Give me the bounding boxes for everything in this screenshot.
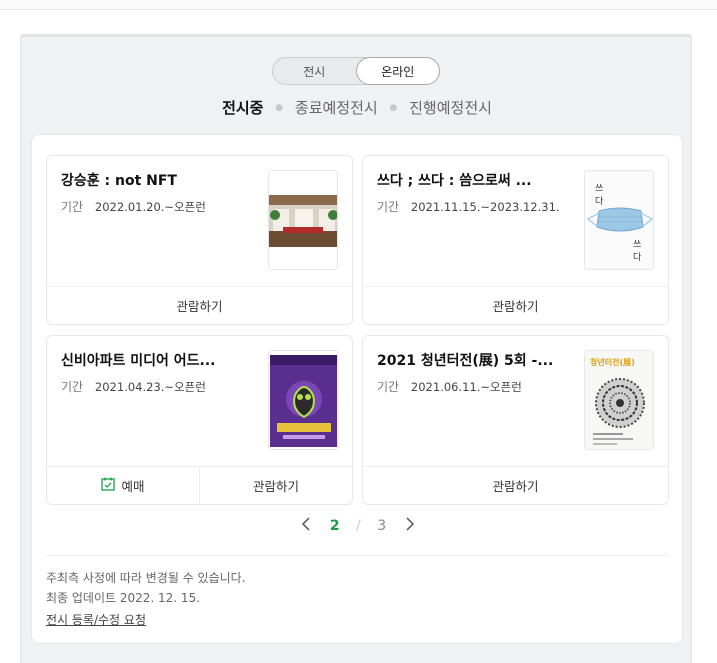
tab-exhibition[interactable]: 전시 [273, 58, 356, 84]
card-title[interactable]: 쓰다 ; 쓰다 : 씀으로써 ... [377, 170, 577, 190]
period-label: 기간 [377, 380, 400, 394]
checkbox-calendar-icon [101, 477, 116, 494]
total-pages: 3 [377, 518, 387, 534]
chevron-right-icon[interactable] [405, 517, 415, 535]
period-value: 2022.01.20.~오픈런 [94, 200, 206, 214]
reserve-button[interactable]: 예매 [47, 467, 199, 504]
card-period: 기간 2022.01.20.~오픈런 [61, 198, 206, 215]
card-period: 기간 2021.04.23.~오픈런 [61, 378, 206, 395]
filter-ongoing[interactable]: 전시중 [222, 97, 263, 118]
period-value: 2021.06.11.~오픈런 [410, 380, 522, 394]
register-edit-request-link[interactable]: 전시 등록/수정 요청 [46, 610, 146, 630]
view-button[interactable]: 관람하기 [363, 467, 668, 504]
exhibition-card[interactable]: 2021 청년터전(展) 5회 -... 기간 2021.06.11.~오픈런 … [362, 335, 669, 505]
period-label: 기간 [377, 200, 400, 214]
card-list-container: 강승훈 : not NFT 기간 2022.01.20.~오픈런 관람하기 쓰다… [31, 134, 683, 644]
card-actions: 관람하기 [47, 286, 352, 324]
view-button[interactable]: 관람하기 [363, 287, 668, 324]
card-period: 기간 2021.06.11.~오픈런 [377, 378, 522, 395]
notice-text: 주최측 사정에 따라 변경될 수 있습니다. [46, 571, 246, 585]
card-title[interactable]: 2021 청년터전(展) 5회 -... [377, 350, 577, 370]
pagination: 2 / 3 [32, 517, 684, 535]
card-thumbnail[interactable]: 청년터전(展) [584, 350, 654, 450]
filter-ending-soon[interactable]: 종료예정전시 [295, 97, 378, 118]
card-actions: 관람하기 [363, 286, 668, 324]
view-button[interactable]: 관람하기 [199, 467, 352, 504]
page-separator: / [356, 518, 361, 534]
poster-text: 다 [633, 252, 642, 263]
exhibition-card[interactable]: 신비아파트 미디어 어드... 기간 2021.04.23.~오픈런 예매 관람… [46, 335, 353, 505]
period-label: 기간 [61, 380, 84, 394]
card-thumbnail[interactable]: 쓰 다 쓰 다 [584, 170, 654, 270]
exhibition-card[interactable]: 쓰다 ; 쓰다 : 씀으로써 ... 기간 2021.11.15.~2023.1… [362, 155, 669, 325]
card-title[interactable]: 신비아파트 미디어 어드... [61, 350, 261, 370]
exhibition-panel: 전시 온라인 전시중 ● 종료예정전시 ● 진행예정전시 강승훈 : not N… [20, 34, 692, 663]
card-period: 기간 2021.11.15.~2023.12.31. [377, 198, 560, 215]
period-label: 기간 [61, 200, 84, 214]
footer-notes: 주최측 사정에 따라 변경될 수 있습니다. 최종 업데이트 2022. 12.… [46, 568, 246, 630]
card-thumbnail[interactable] [268, 170, 338, 270]
poster-text: 다 [595, 196, 604, 207]
poster-text: 청년터전(展) [590, 357, 635, 367]
filter-upcoming[interactable]: 진행예정전시 [409, 97, 492, 118]
poster-text: 쓰 [595, 183, 603, 194]
chevron-left-icon[interactable] [301, 517, 311, 535]
status-filters: 전시중 ● 종료예정전시 ● 진행예정전시 [21, 97, 693, 118]
poster-text: 쓰 [633, 239, 641, 250]
view-button[interactable]: 관람하기 [47, 287, 352, 324]
reserve-label: 예매 [121, 479, 145, 494]
tab-online[interactable]: 온라인 [355, 57, 440, 85]
period-value: 2021.11.15.~2023.12.31. [410, 200, 560, 214]
tab-switcher: 전시 온라인 [272, 57, 440, 85]
exhibition-card[interactable]: 강승훈 : not NFT 기간 2022.01.20.~오픈런 관람하기 [46, 155, 353, 325]
divider [46, 555, 668, 556]
period-value: 2021.04.23.~오픈런 [94, 380, 206, 394]
last-updated-text: 최종 업데이트 2022. 12. 15. [46, 591, 201, 605]
card-thumbnail[interactable] [268, 350, 338, 450]
card-title[interactable]: 강승훈 : not NFT [61, 170, 261, 190]
card-actions: 관람하기 [363, 466, 668, 504]
card-actions: 예매 관람하기 [47, 466, 352, 504]
current-page: 2 [329, 518, 340, 534]
top-bar [0, 0, 717, 10]
filter-divider: ● [389, 102, 398, 113]
filter-divider: ● [275, 102, 284, 113]
